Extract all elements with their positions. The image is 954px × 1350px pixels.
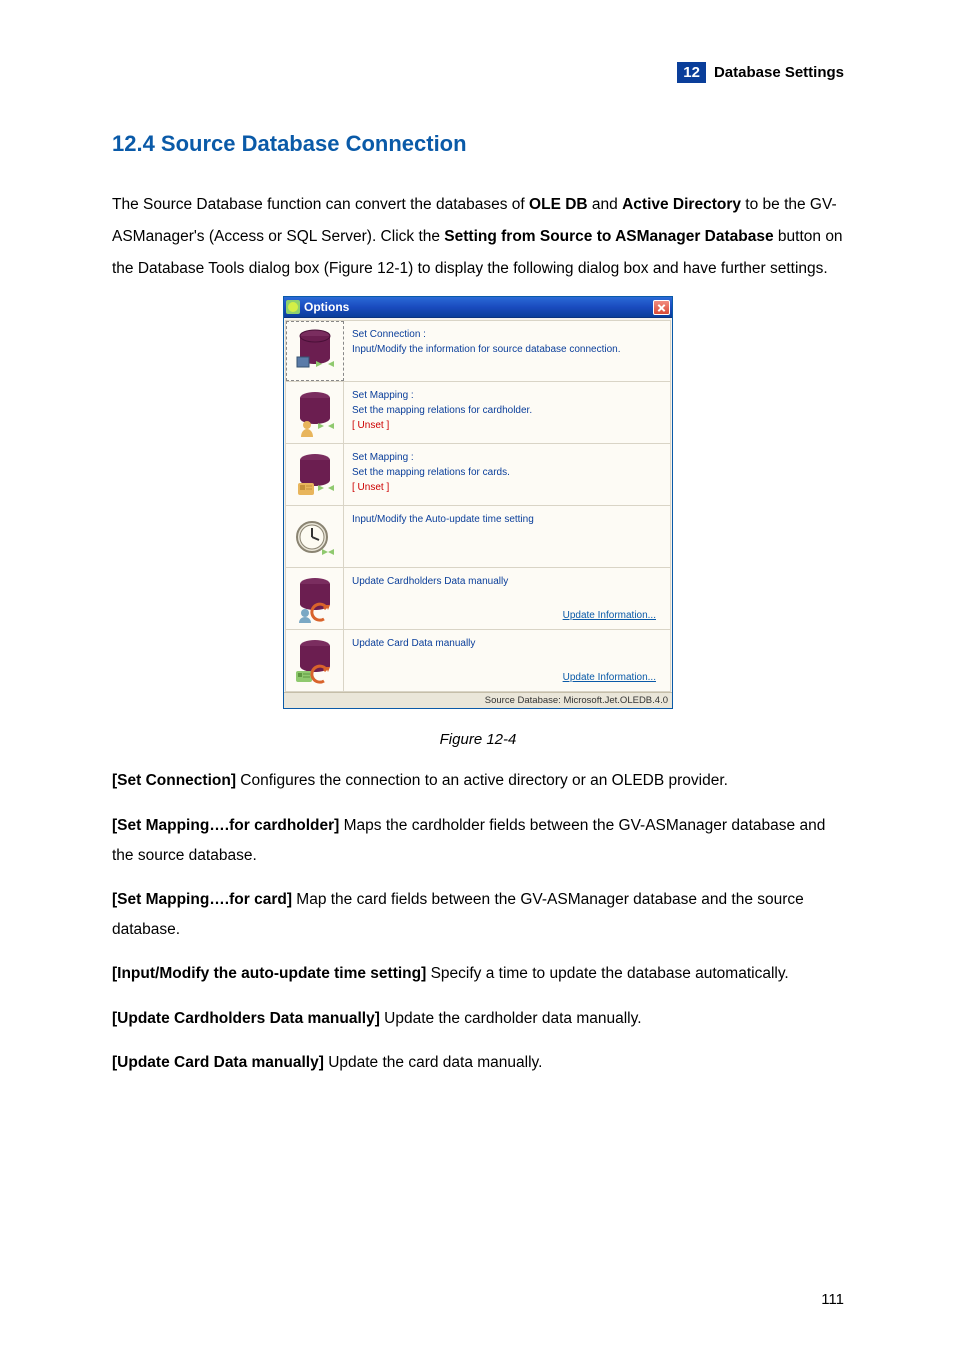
option-auto-update-time[interactable]: Input/Modify the Auto-update time settin… (285, 506, 671, 568)
update-information-link[interactable]: Update Information... (563, 670, 656, 685)
option-set-connection[interactable]: Set Connection : Input/Modify the inform… (285, 320, 671, 382)
db-person-refresh-icon (286, 568, 344, 629)
options-dialog: Options Set Connection : Input/Modify th… (283, 296, 673, 709)
desc-text: Configures the connection to an active d… (236, 772, 728, 789)
intro-text: and (588, 196, 622, 213)
figure-caption: Figure 12-4 (112, 731, 844, 748)
desc-bold: [Set Mapping….for card] (112, 891, 292, 908)
option-status-unset: [ Unset ] (352, 480, 662, 495)
clock-icon (286, 506, 344, 567)
db-card-icon (286, 444, 344, 505)
close-icon[interactable] (653, 300, 670, 315)
intro-paragraph: The Source Database function can convert… (112, 189, 844, 284)
chapter-title: Database Settings (714, 64, 844, 81)
desc-bold: [Input/Modify the auto-update time setti… (112, 965, 426, 982)
option-label: Update Card Data manually (352, 636, 662, 651)
options-app-icon (286, 300, 300, 314)
option-update-cardholders-manual[interactable]: Update Cardholders Data manually Update … (285, 568, 671, 630)
desc-text: Specify a time to update the database au… (426, 965, 788, 982)
option-desc: Set the mapping relations for cardholder… (352, 403, 662, 418)
option-label: Update Cardholders Data manually (352, 574, 662, 589)
db-person-icon (286, 382, 344, 443)
desc-bold: [Update Card Data manually] (112, 1054, 324, 1071)
desc-text: Update the cardholder data manually. (380, 1010, 642, 1027)
option-desc: Set the mapping relations for cards. (352, 465, 662, 480)
page-number: 111 (821, 1291, 844, 1308)
desc-set-connection: [Set Connection] Configures the connecti… (112, 766, 844, 796)
intro-bold-ad: Active Directory (622, 196, 741, 213)
section-heading: 12.4 Source Database Connection (112, 131, 844, 157)
desc-update-cardholders: [Update Cardholders Data manually] Updat… (112, 1004, 844, 1034)
option-label: Set Connection : (352, 327, 662, 342)
page-header: 12 Database Settings (112, 62, 844, 83)
option-status-unset: [ Unset ] (352, 418, 662, 433)
intro-text: The Source Database function can convert… (112, 196, 529, 213)
desc-update-card: [Update Card Data manually] Update the c… (112, 1048, 844, 1078)
desc-bold: [Set Mapping….for cardholder] (112, 817, 339, 834)
option-label: Set Mapping : (352, 450, 662, 465)
desc-bold: [Set Connection] (112, 772, 236, 789)
desc-set-mapping-cardholder: [Set Mapping….for cardholder] Maps the c… (112, 811, 844, 871)
option-set-mapping-card[interactable]: Set Mapping : Set the mapping relations … (285, 444, 671, 506)
update-information-link[interactable]: Update Information... (563, 608, 656, 623)
desc-bold: [Update Cardholders Data manually] (112, 1010, 380, 1027)
db-cylinder-icon (286, 321, 344, 381)
option-label: Set Mapping : (352, 388, 662, 403)
option-desc: Input/Modify the information for source … (352, 342, 662, 357)
desc-auto-update: [Input/Modify the auto-update time setti… (112, 959, 844, 989)
chapter-badge: 12 (677, 62, 706, 83)
dialog-title: Options (304, 300, 349, 314)
intro-bold-button: Setting from Source to ASManager Databas… (444, 228, 773, 245)
intro-bold-oledb: OLE DB (529, 196, 588, 213)
dialog-statusbar: Source Database: Microsoft.Jet.OLEDB.4.0 (284, 692, 672, 708)
option-set-mapping-cardholder[interactable]: Set Mapping : Set the mapping relations … (285, 382, 671, 444)
option-update-card-manual[interactable]: Update Card Data manually Update Informa… (285, 630, 671, 692)
desc-set-mapping-card: [Set Mapping….for card] Map the card fie… (112, 885, 844, 945)
db-card-refresh-icon (286, 630, 344, 691)
desc-text: Update the card data manually. (324, 1054, 543, 1071)
option-label: Input/Modify the Auto-update time settin… (352, 512, 662, 527)
dialog-titlebar: Options (284, 297, 672, 318)
